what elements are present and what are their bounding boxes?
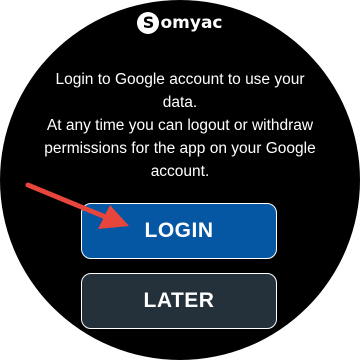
login-button[interactable]: LOGIN [81,203,277,259]
logo-text: omyac [160,13,223,33]
app-logo: S omyac [0,12,360,34]
screen: S omyac Login to Google account to use y… [0,0,360,360]
logo-letter-circle: S [137,12,160,34]
later-button-label: LATER [143,289,215,312]
message-line: account. [150,163,210,180]
message-line: permissions for the app on your Google [44,140,316,157]
message-line: At any time you can logout or withdraw [46,117,314,134]
login-message: Login to Google account to use your data… [30,68,330,183]
watch-face: S omyac Login to Google account to use y… [0,0,360,360]
message-line: data. [162,94,198,111]
login-button-label: LOGIN [144,219,214,242]
later-button[interactable]: LATER [81,273,277,329]
message-line: Login to Google account to use your [55,71,305,88]
